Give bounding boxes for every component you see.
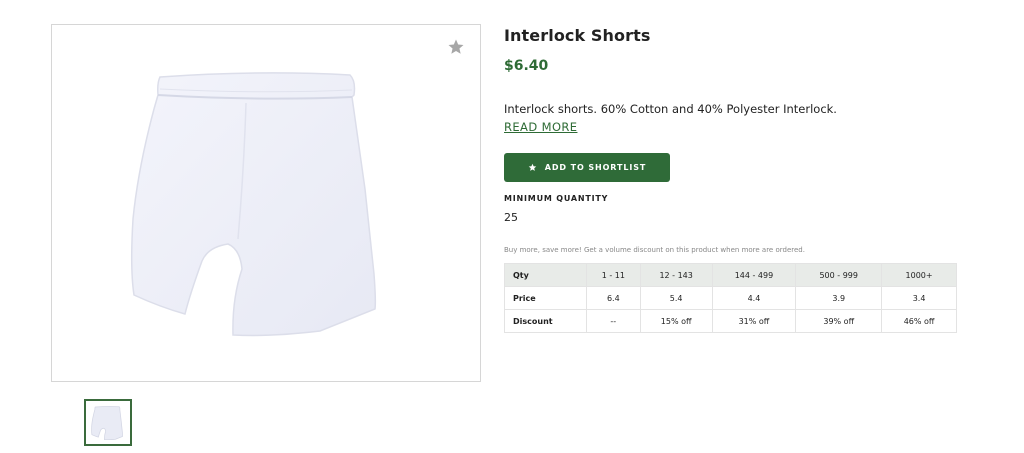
minimum-quantity-value: 25 — [504, 211, 518, 224]
table-cell: 31% off — [711, 309, 797, 333]
table-cell: Discount — [504, 309, 587, 333]
minimum-quantity-label: MINIMUM QUANTITY — [504, 194, 609, 203]
table-cell: 15% off — [639, 309, 713, 333]
shorts-image — [130, 72, 377, 337]
table-row: Discount -- 15% off 31% off 39% off 46% … — [504, 309, 957, 333]
table-cell: 6.4 — [585, 286, 641, 310]
shortlist-button-label: ADD TO SHORTLIST — [544, 163, 647, 172]
product-description: Interlock shorts. 60% Cotton and 40% Pol… — [504, 102, 837, 116]
table-cell: 3.4 — [881, 286, 957, 310]
table-header-cell: 144 - 499 — [711, 263, 797, 287]
table-cell: 46% off — [881, 309, 957, 333]
table-cell: 5.4 — [639, 286, 713, 310]
add-to-shortlist-button[interactable]: ADD TO SHORTLIST — [504, 153, 670, 182]
star-icon — [448, 39, 464, 54]
product-title: Interlock Shorts — [504, 26, 651, 45]
table-header-cell: 500 - 999 — [795, 263, 883, 287]
table-header-cell: Qty — [504, 263, 587, 287]
table-header-row: Qty 1 - 11 12 - 143 144 - 499 500 - 999 … — [504, 263, 957, 287]
volume-discount-note: Buy more, save more! Get a volume discou… — [504, 246, 805, 254]
volume-pricing-table: Qty 1 - 11 12 - 143 144 - 499 500 - 999 … — [504, 263, 957, 333]
table-header-cell: 1 - 11 — [585, 263, 641, 287]
table-header-cell: 1000+ — [881, 263, 957, 287]
table-cell: -- — [585, 309, 641, 333]
table-header-cell: 12 - 143 — [639, 263, 713, 287]
product-price: $6.40 — [504, 58, 549, 74]
favorite-star-button[interactable] — [446, 37, 466, 57]
table-row: Price 6.4 5.4 4.4 3.9 3.4 — [504, 286, 957, 310]
thumbnail-image[interactable] — [84, 399, 132, 446]
star-icon — [528, 163, 536, 171]
shorts-thumbnail — [91, 406, 123, 440]
product-main-image — [51, 24, 481, 382]
table-cell: 4.4 — [711, 286, 797, 310]
table-cell: 39% off — [795, 309, 883, 333]
table-cell: 3.9 — [795, 286, 883, 310]
read-more-link[interactable]: READ MORE — [504, 120, 577, 134]
table-cell: Price — [504, 286, 587, 310]
